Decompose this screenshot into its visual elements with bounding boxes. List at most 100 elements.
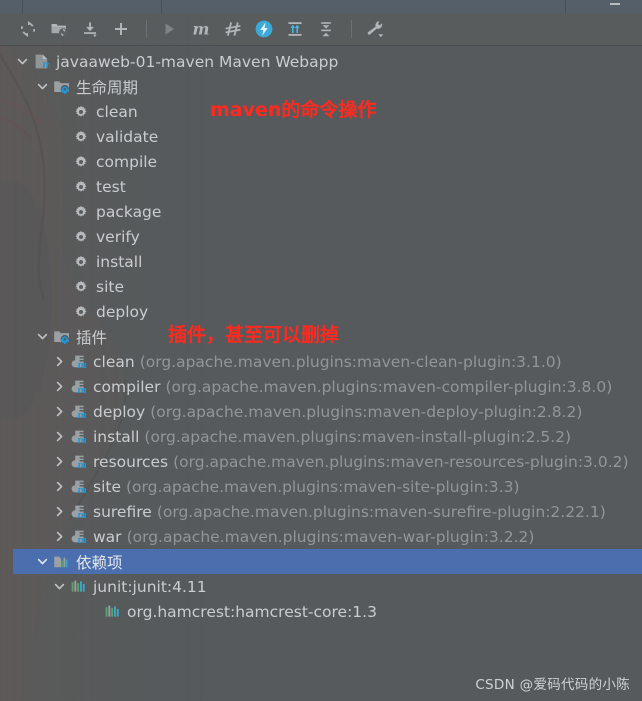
chevron-right-icon[interactable]: [51, 399, 68, 424]
skip-tests-icon[interactable]: [219, 16, 247, 42]
plugin-icon: m: [68, 352, 88, 372]
settings-wrench-icon[interactable]: [360, 16, 392, 42]
goal-gear-icon: [71, 177, 91, 197]
tree-row-goal[interactable]: compile: [0, 149, 642, 174]
goal-gear-icon: [71, 252, 91, 272]
window-minimize-icon[interactable]: [610, 3, 620, 5]
tree-row-dependency[interactable]: junit:junit:4.11: [0, 574, 642, 599]
plugin-icon: m: [68, 527, 88, 547]
tree-row-goal[interactable]: test: [0, 174, 642, 199]
maven-toolbar: m: [0, 13, 642, 46]
plugin-icon: m: [68, 377, 88, 397]
plugins-label: 插件: [76, 328, 108, 347]
plugin-coordinates: (org.apache.maven.plugins:maven-deploy-p…: [150, 402, 583, 421]
plugin-coordinates: (org.apache.maven.plugins:maven-compiler…: [165, 377, 613, 396]
download-sources-icon[interactable]: [76, 16, 104, 42]
chevron-right-icon[interactable]: [51, 374, 68, 399]
plugin-icon: m: [68, 502, 88, 522]
chevron-down-icon[interactable]: [51, 574, 68, 599]
dependency-list: junit:junit:4.11 org.hamcrest:hamcrest-c…: [0, 574, 642, 624]
window-title-strip: [0, 0, 642, 13]
chevron-right-icon[interactable]: [51, 499, 68, 524]
plugin-label: resources: [93, 452, 169, 471]
chevron-right-icon[interactable]: [51, 474, 68, 499]
collapse-all-icon[interactable]: [312, 16, 340, 42]
tree-row-lifecycle[interactable]: 生命周期: [0, 74, 642, 99]
maven-m-icon[interactable]: m: [186, 16, 216, 42]
tree-row-goal[interactable]: validate: [0, 124, 642, 149]
goal-gear-icon: [71, 302, 91, 322]
tree-row-dependencies[interactable]: 依赖项: [13, 549, 642, 574]
goal-gear-icon: [71, 102, 91, 122]
svg-text:m: m: [77, 361, 87, 370]
dependency-icon: [68, 577, 88, 597]
plugin-label: compiler: [93, 377, 161, 396]
svg-text:m: m: [77, 511, 87, 520]
plugin-label: install: [93, 427, 140, 446]
chevron-down-icon[interactable]: [34, 324, 51, 349]
chevron-right-icon[interactable]: [51, 449, 68, 474]
tree-row-plugin[interactable]: m site (org.apache.maven.plugins:maven-s…: [0, 474, 642, 499]
offline-mode-icon[interactable]: [250, 16, 278, 42]
strip-segment-middle: [23, 0, 162, 13]
plugin-label: surefire: [93, 502, 152, 521]
tree-row-plugins[interactable]: 插件: [0, 324, 642, 349]
chevron-right-icon[interactable]: [51, 349, 68, 374]
goal-label: install: [96, 252, 143, 271]
tree-row-plugin[interactable]: m compiler (org.apache.maven.plugins:mav…: [0, 374, 642, 399]
plugin-label: war: [93, 527, 122, 546]
tree-row-goal[interactable]: deploy: [0, 299, 642, 324]
generate-sources-icon[interactable]: [45, 16, 73, 42]
goal-label: site: [96, 277, 124, 296]
tree-row-plugin[interactable]: m war (org.apache.maven.plugins:maven-wa…: [0, 524, 642, 549]
svg-text:m: m: [42, 59, 50, 70]
plugin-icon: m: [68, 427, 88, 447]
lifecycle-goal-list: clean validate compile test package veri…: [0, 99, 642, 324]
tree-row-plugin[interactable]: m resources (org.apache.maven.plugins:ma…: [0, 449, 642, 474]
goal-label: validate: [96, 127, 159, 146]
chevron-right-icon[interactable]: [51, 524, 68, 549]
chevron-down-icon[interactable]: [34, 74, 51, 99]
dependency-label: org.hamcrest:hamcrest-core:1.3: [127, 602, 377, 621]
plugin-icon: m: [68, 452, 88, 472]
goal-label: verify: [96, 227, 140, 246]
reimport-icon[interactable]: [14, 16, 42, 42]
tree-row-goal[interactable]: verify: [0, 224, 642, 249]
tree-row-project-root[interactable]: m javaaweb-01-maven Maven Webapp: [0, 49, 642, 74]
dependencies-icon: [51, 552, 71, 572]
plugin-label: deploy: [93, 402, 146, 421]
tree-row-plugin[interactable]: m surefire (org.apache.maven.plugins:mav…: [0, 499, 642, 524]
tree-row-goal[interactable]: install: [0, 249, 642, 274]
plugin-coordinates: (org.apache.maven.plugins:maven-clean-pl…: [139, 352, 562, 371]
goal-label: clean: [96, 102, 138, 121]
tree-row-plugin[interactable]: m deploy (org.apache.maven.plugins:maven…: [0, 399, 642, 424]
svg-text:m: m: [77, 386, 87, 395]
chevron-down-icon[interactable]: [14, 49, 31, 74]
strip-segment-left: [0, 0, 23, 13]
plugins-folder-icon: [51, 327, 71, 347]
plugin-coordinates: (org.apache.maven.plugins:maven-site-plu…: [126, 477, 520, 496]
tree-row-goal[interactable]: clean: [0, 99, 642, 124]
tree-row-plugin[interactable]: m clean (org.apache.maven.plugins:maven-…: [0, 349, 642, 374]
separator-1: [146, 20, 147, 38]
maven-module-icon: m: [31, 52, 51, 72]
tree-row-goal[interactable]: site: [0, 274, 642, 299]
maven-tool-window: m javaaweb-01-maven Maven Webapp 生命周期 cl…: [0, 0, 642, 701]
plugin-coordinates: (org.apache.maven.plugins:maven-resource…: [173, 452, 629, 471]
add-maven-project-icon[interactable]: [107, 16, 135, 42]
chevron-right-icon[interactable]: [51, 424, 68, 449]
goal-gear-icon: [71, 227, 91, 247]
plugin-coordinates: (org.apache.maven.plugins:maven-surefire…: [156, 502, 606, 521]
strip-segment-wide: [162, 0, 566, 13]
tree-row-dependency[interactable]: org.hamcrest:hamcrest-core:1.3: [0, 599, 642, 624]
tree-row-plugin[interactable]: m install (org.apache.maven.plugins:mave…: [0, 424, 642, 449]
maven-projects-tree[interactable]: m javaaweb-01-maven Maven Webapp 生命周期: [0, 46, 642, 701]
dependency-icon: [102, 602, 122, 622]
svg-text:m: m: [77, 486, 87, 495]
chevron-down-icon[interactable]: [34, 549, 51, 574]
tree-row-goal[interactable]: package: [0, 199, 642, 224]
svg-text:m: m: [193, 20, 210, 39]
goal-label: compile: [96, 152, 158, 171]
expand-all-icon[interactable]: [281, 16, 309, 42]
goal-gear-icon: [71, 127, 91, 147]
